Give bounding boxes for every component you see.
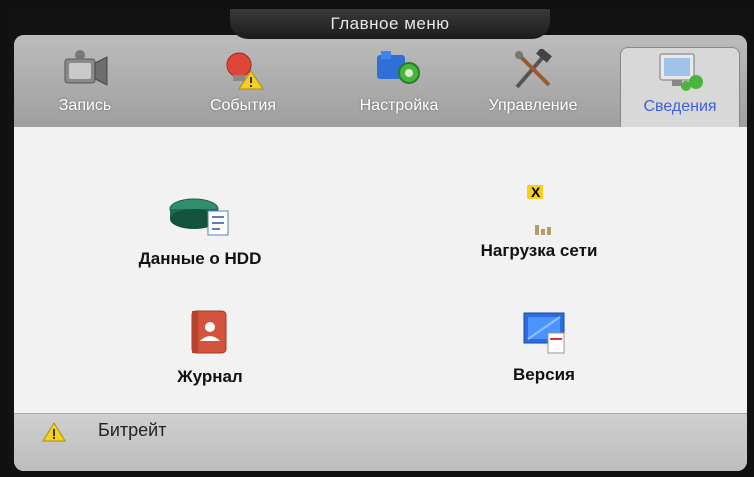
- hdd-info-button[interactable]: Данные о HDD: [90, 193, 310, 269]
- window-title: Главное меню: [230, 9, 550, 39]
- tab-events[interactable]: События: [188, 49, 298, 125]
- tools-icon: [509, 47, 557, 91]
- alarm-bell-icon: [219, 49, 267, 91]
- status-text: Битрейт: [98, 420, 167, 440]
- settings-gear-icon: [375, 49, 423, 91]
- version-label: Версия: [513, 365, 575, 384]
- svg-text:X: X: [531, 184, 541, 200]
- network-load-label: Нагрузка сети: [480, 241, 598, 260]
- log-label: Журнал: [177, 367, 243, 386]
- main-menu-window: Запись События Настройка Управление Свед…: [14, 35, 747, 471]
- version-button[interactable]: Версия: [434, 311, 654, 385]
- tab-events-label: События: [209, 97, 277, 114]
- tab-settings[interactable]: Настройка: [344, 49, 454, 125]
- info-monitor-icon: [656, 50, 704, 92]
- tab-info-label: Сведения: [643, 98, 717, 115]
- log-book-icon: [186, 309, 234, 355]
- hdd-info-label: Данные о HDD: [138, 249, 262, 268]
- warning-icon: [42, 422, 66, 442]
- status-bar: Битрейт: [14, 413, 747, 471]
- log-button[interactable]: Журнал: [100, 309, 320, 387]
- version-monitor-icon: [520, 311, 568, 357]
- tab-settings-label: Настройка: [359, 97, 439, 114]
- tab-record-label: Запись: [58, 97, 112, 114]
- hdd-icon: [168, 193, 232, 237]
- network-load-button[interactable]: X Нагрузка сети: [429, 183, 649, 261]
- tab-management[interactable]: Управление: [478, 47, 588, 125]
- info-content: Данные о HDD X Нагрузка сети Журнал Верс…: [14, 127, 747, 413]
- tab-info[interactable]: Сведения: [620, 47, 740, 128]
- camcorder-icon: [61, 49, 109, 91]
- tab-bar: Запись События Настройка Управление Свед…: [14, 35, 747, 128]
- tab-record[interactable]: Запись: [30, 49, 140, 125]
- tab-management-label: Управление: [488, 97, 578, 114]
- network-load-icon: X: [507, 183, 571, 237]
- screen: Запись События Настройка Управление Свед…: [8, 9, 748, 471]
